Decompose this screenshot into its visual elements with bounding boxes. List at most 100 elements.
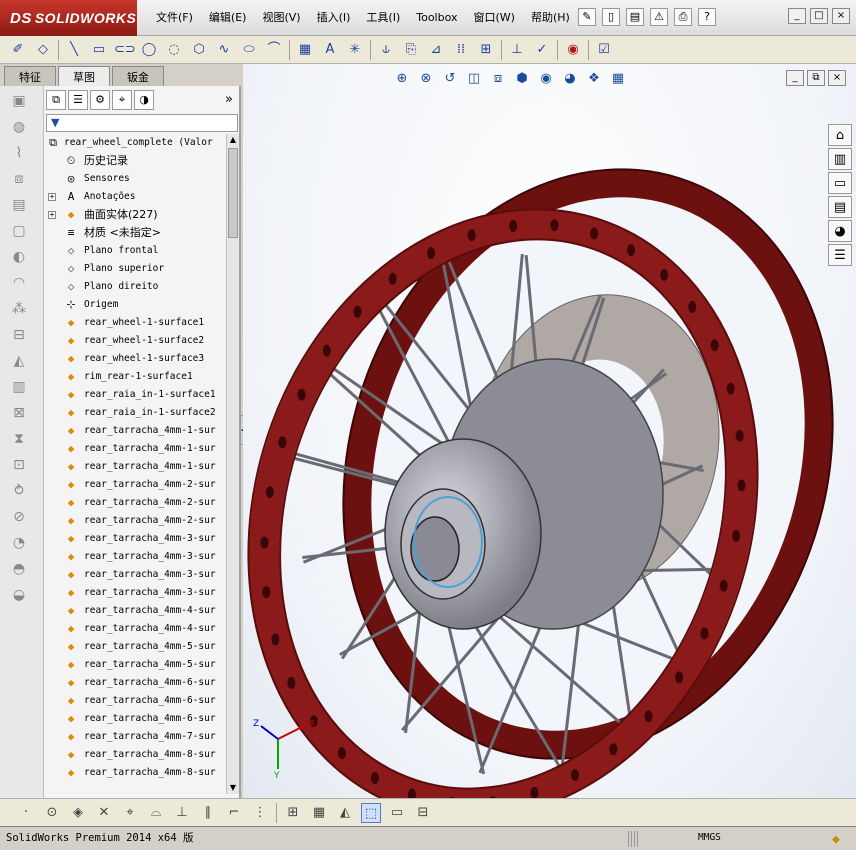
view-selector-icon[interactable]: ◭ [335, 803, 355, 823]
tree-item[interactable]: ◆ rear_tarracha_4mm-7-sur [44, 728, 225, 746]
rapid-sketch-icon[interactable]: ☑ [594, 40, 614, 60]
rebuild-warning-icon[interactable]: ⚠ [650, 8, 668, 26]
slot-icon[interactable]: ⊂⊃ [114, 40, 136, 60]
tag-icon[interactable]: ◆ [832, 829, 840, 850]
menu-file[interactable]: 文件(F) [148, 10, 201, 26]
repair-sketch-icon[interactable]: ✓ [532, 40, 552, 60]
menu-insert[interactable]: 插入(I) [309, 10, 359, 26]
tree-item[interactable]: ◆ rear_tarracha_4mm-1-sur [44, 458, 225, 476]
tree-item[interactable]: ◆ rear_tarracha_4mm-6-sur [44, 674, 225, 692]
eraser-icon[interactable]: ◇ [33, 40, 53, 60]
wrap-icon[interactable]: ⊠ [8, 402, 30, 424]
four-view-icon[interactable]: ⊟ [413, 803, 433, 823]
feature-manager-tab-icon[interactable]: ⧉ [46, 90, 66, 110]
tree-item[interactable]: ⧉ rear_wheel_complete (Valor [44, 134, 225, 152]
mirror-icon[interactable]: ⧗ [8, 428, 30, 450]
tree-item[interactable]: ◆ rear_tarracha_4mm-2-sur [44, 476, 225, 494]
graphics-area[interactable]: ⊕ ⊗ ↺ ◫ ⧈ ⬢ ◉ ◕ ❖ ▦ _ ⧉ × ⌂ ▥ ▭ ▤ ◕ ☰ X … [243, 64, 856, 798]
loft-icon[interactable]: ⧈ [8, 168, 30, 190]
close-button[interactable]: × [832, 8, 850, 24]
minimize-button[interactable]: _ [788, 8, 806, 24]
tree-item[interactable]: + A Anotações [44, 188, 225, 206]
draft-icon[interactable]: ◭ [8, 350, 30, 372]
circle-icon[interactable]: ◯ [139, 40, 159, 60]
grid-snap-icon[interactable]: ⋮ [250, 803, 270, 823]
plane-sketch-icon[interactable]: ▦ [295, 40, 315, 60]
linear-pattern-icon[interactable]: ⁞⁞ [451, 40, 471, 60]
text-icon[interactable]: A [320, 40, 340, 60]
tree-item[interactable]: ◆ rear_tarracha_4mm-1-sur [44, 422, 225, 440]
line-icon[interactable]: ╲ [64, 40, 84, 60]
tree-item[interactable]: ◇ Plano frontal [44, 242, 225, 260]
curves-icon[interactable]: ⥁ [8, 480, 30, 502]
isometric-view-icon[interactable]: ⬚ [361, 802, 381, 823]
fillet-icon[interactable]: ⌒ [264, 40, 284, 60]
solidworks-logo[interactable]: DS SOLIDWORKS [0, 0, 137, 36]
tab-sheet-metal[interactable]: 钣金 [112, 66, 164, 86]
tree-item[interactable]: ◆ rear_tarracha_4mm-8-sur [44, 746, 225, 764]
tree-item[interactable]: ◆ rear_wheel-1-surface3 [44, 350, 225, 368]
revolve-icon[interactable]: ◍ [8, 116, 30, 138]
tree-item[interactable]: ◆ rear_tarracha_4mm-2-sur [44, 494, 225, 512]
nearest-icon[interactable]: ⌖ [120, 803, 140, 823]
fillet-feature-icon[interactable]: ◠ [8, 272, 30, 294]
print-icon[interactable]: ⎙ [674, 8, 692, 26]
tree-item[interactable]: ◎ Sensores [44, 170, 225, 188]
tab-features[interactable]: 特征 [4, 66, 56, 86]
polygon-icon[interactable]: ⬡ [189, 40, 209, 60]
tree-item[interactable]: ⏲ 历史记录 [44, 152, 225, 170]
tree-item[interactable]: ◆ rear_tarracha_4mm-6-sur [44, 710, 225, 728]
display-manager-tab-icon[interactable]: ◑ [134, 90, 154, 110]
tree-item[interactable]: + ◆ 曲面实体(227) [44, 206, 225, 224]
menu-window[interactable]: 窗口(W) [465, 10, 522, 26]
convert-entities-icon[interactable]: ⎘ [401, 40, 421, 60]
horizontal-vertical-icon[interactable]: ⌐ [224, 803, 244, 823]
tree-item[interactable]: ◆ rim_rear-1-surface1 [44, 368, 225, 386]
ellipse-icon[interactable]: ⬭ [239, 40, 259, 60]
tree-item[interactable]: ◆ rear_wheel-1-surface2 [44, 332, 225, 350]
point-icon[interactable]: ✳ [345, 40, 365, 60]
tree-item[interactable]: ◆ rear_tarracha_4mm-3-sur [44, 530, 225, 548]
trim-icon[interactable]: ⫝ [376, 40, 396, 60]
tree-item[interactable]: ⊹ Origem [44, 296, 225, 314]
tree-scrollbar[interactable]: ▲ ▼ [226, 134, 239, 794]
tree-filter-input[interactable]: ▼ [46, 114, 238, 132]
menu-toolbox[interactable]: Toolbox [408, 10, 465, 26]
parallel-icon[interactable]: ∥ [198, 803, 218, 823]
reference-geometry-icon[interactable]: ⊡ [8, 454, 30, 476]
more-tabs-icon[interactable]: » [225, 92, 233, 107]
offset-icon[interactable]: ⊿ [426, 40, 446, 60]
move-entities-icon[interactable]: ⊞ [476, 40, 496, 60]
tree-item[interactable]: ◆ rear_raia_in-1-surface1 [44, 386, 225, 404]
scrollbar-thumb[interactable] [228, 148, 238, 238]
perpendicular-icon[interactable]: ⊥ [172, 803, 192, 823]
tree-item[interactable]: ◆ rear_tarracha_4mm-4-sur [44, 602, 225, 620]
pattern-icon[interactable]: ⁂ [8, 298, 30, 320]
hole-wizard-icon[interactable]: ◔ [8, 532, 30, 554]
tree-item[interactable]: ◆ rear_tarracha_4mm-1-sur [44, 440, 225, 458]
tree-item[interactable]: ◆ rear_tarracha_4mm-6-sur [44, 692, 225, 710]
new-document-icon[interactable]: ▯ [602, 8, 620, 26]
point-icon[interactable]: · [16, 803, 36, 823]
unit-system[interactable]: MMGS [698, 827, 721, 849]
spline-icon[interactable]: ∿ [214, 40, 234, 60]
quick-snaps-icon[interactable]: ◉ [563, 40, 583, 60]
menu-edit[interactable]: 编辑(E) [201, 10, 255, 26]
single-view-icon[interactable]: ▭ [387, 803, 407, 823]
scroll-up-icon[interactable]: ▲ [227, 134, 239, 146]
cut-revolve-icon[interactable]: ◐ [8, 246, 30, 268]
intersection-icon[interactable]: ✕ [94, 803, 114, 823]
tree-item[interactable]: ◇ Plano superior [44, 260, 225, 278]
tree-item[interactable]: ≡ 材质 <未指定> [44, 224, 225, 242]
open-folder-icon[interactable]: ▤ [626, 8, 644, 26]
boundary-icon[interactable]: ▤ [8, 194, 30, 216]
tree-item[interactable]: ◆ rear_tarracha_4mm-4-sur [44, 620, 225, 638]
sketch-grid-icon[interactable]: ▦ [309, 803, 329, 823]
wheel-model[interactable]: X Y Z [243, 64, 856, 798]
rectangle-icon[interactable]: ▭ [89, 40, 109, 60]
grid-icon[interactable]: ⊞ [283, 803, 303, 823]
tab-sketch[interactable]: 草图 [58, 66, 110, 86]
tree-item[interactable]: ◆ rear_tarracha_4mm-3-sur [44, 566, 225, 584]
expand-icon[interactable]: + [48, 193, 56, 201]
instant3d-icon[interactable]: ⊘ [8, 506, 30, 528]
